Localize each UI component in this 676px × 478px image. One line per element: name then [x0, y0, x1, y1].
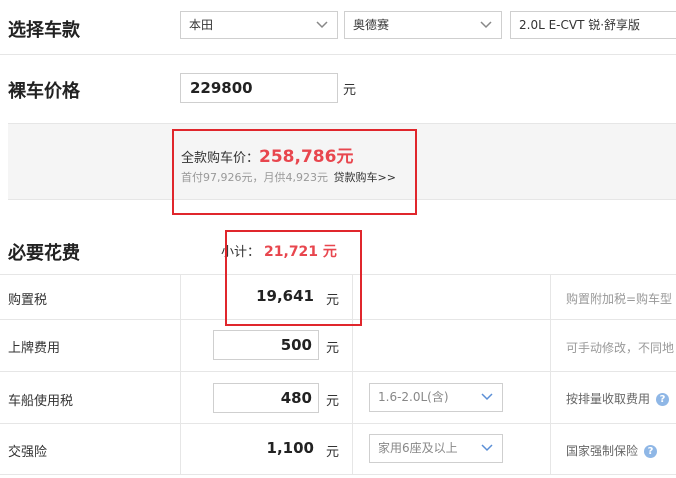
vessel-tax-unit: 元: [326, 394, 340, 409]
plate-fee-unit: 元: [326, 341, 340, 356]
chevron-down-icon: [481, 393, 493, 401]
compulsory-insurance-hint: 国家强制保险: [566, 444, 639, 458]
chevron-down-icon: [316, 21, 328, 29]
vessel-tax-hint-line: 按排量收取费用?: [566, 390, 670, 407]
bare-price-value: 229800: [190, 79, 253, 97]
model-select[interactable]: 2.0L E-CVT 锐·舒享版: [510, 11, 676, 39]
seat-type-select-value: 家用6座及以上: [378, 441, 458, 455]
plate-fee-input[interactable]: 500: [213, 330, 319, 360]
vessel-tax-label: 车船使用税: [8, 394, 74, 409]
displacement-select-value: 1.6-2.0L(含): [378, 390, 449, 404]
brand-select-value: 本田: [189, 18, 214, 32]
highlight-box-total: [172, 129, 417, 215]
bare-price-input[interactable]: 229800: [180, 73, 338, 103]
purchase-tax-label: 购置税: [8, 293, 48, 308]
plate-fee-hint: 可手动修改，不同地: [566, 341, 675, 355]
vessel-tax-hint: 按排量收取费用: [566, 392, 651, 406]
compulsory-insurance-unit: 元: [326, 445, 340, 460]
required-fees-title: 必要花费: [8, 243, 80, 264]
plate-fee-value: 500: [280, 336, 312, 354]
displacement-select[interactable]: 1.6-2.0L(含): [369, 383, 503, 412]
purchase-tax-hint: 购置附加税=购车型: [566, 292, 673, 306]
series-select-value: 奥德赛: [353, 18, 390, 32]
compulsory-insurance-label: 交强险: [8, 445, 48, 460]
vessel-tax-value: 480: [280, 389, 312, 407]
series-select[interactable]: 奥德赛: [344, 11, 502, 39]
vessel-tax-input[interactable]: 480: [213, 383, 319, 413]
chevron-down-icon: [480, 21, 492, 29]
plate-fee-label: 上牌费用: [8, 341, 61, 356]
highlight-box-subtotal: [225, 230, 362, 326]
seat-type-select[interactable]: 家用6座及以上: [369, 434, 503, 463]
select-car-title: 选择车款: [8, 20, 80, 41]
brand-select[interactable]: 本田: [180, 11, 338, 39]
help-icon[interactable]: ?: [644, 445, 658, 458]
help-icon[interactable]: ?: [656, 393, 670, 406]
bare-price-unit: 元: [343, 83, 357, 98]
bare-price-title: 裸车价格: [8, 81, 80, 102]
compulsory-insurance-value: 1,100: [266, 439, 314, 457]
chevron-down-icon: [481, 444, 493, 452]
compulsory-insurance-hint-line: 国家强制保险?: [566, 442, 658, 459]
model-select-value: 2.0L E-CVT 锐·舒享版: [519, 18, 641, 32]
